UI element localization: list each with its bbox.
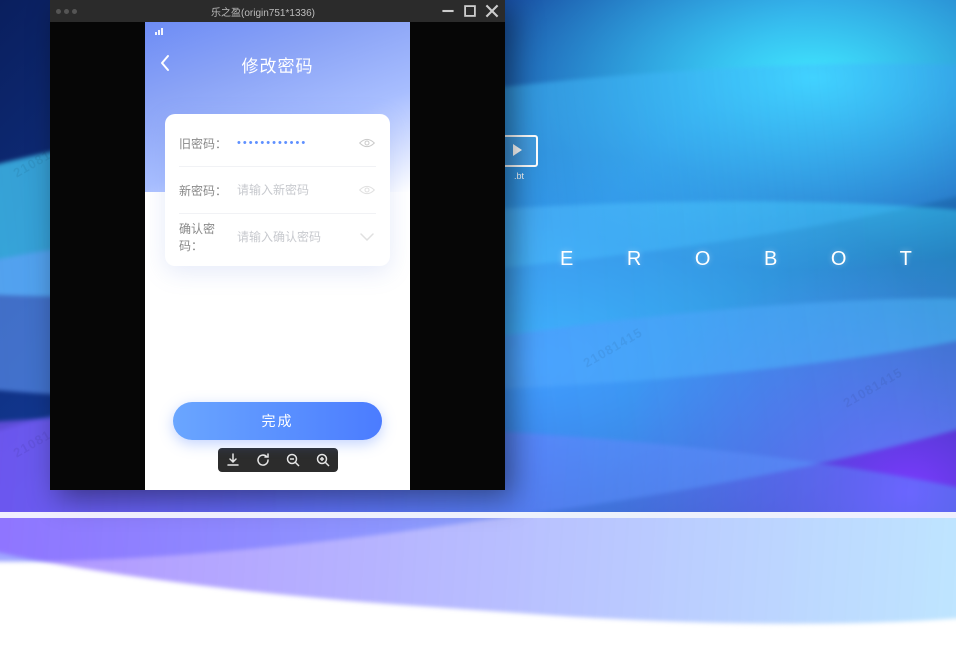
old-password-label: 旧密码： — [179, 135, 235, 152]
zoom-in-icon[interactable] — [311, 448, 335, 472]
maximize-button[interactable] — [463, 4, 477, 18]
window-title: 乐之盈(origin751*1336) — [211, 4, 315, 19]
confirm-password-input[interactable] — [235, 229, 358, 245]
new-password-input[interactable] — [235, 182, 358, 198]
download-icon[interactable] — [221, 448, 245, 472]
desktop-shortcut-label: .bt — [514, 171, 524, 181]
os-taskbar[interactable] — [0, 512, 956, 518]
rotate-icon[interactable] — [251, 448, 275, 472]
app-header: 修改密码 旧密码： 新密码： — [145, 22, 410, 192]
desktop-shortcut[interactable]: .bt — [500, 135, 538, 181]
minimize-button[interactable] — [441, 4, 455, 18]
password-card: 旧密码： 新密码： 确认密码： — [165, 114, 390, 266]
old-password-row: 旧密码： — [179, 120, 376, 167]
new-password-row: 新密码： — [179, 167, 376, 214]
close-button[interactable] — [485, 4, 499, 18]
titlebar-dots — [56, 9, 77, 14]
window-titlebar[interactable]: 乐之盈(origin751*1336) — [50, 0, 505, 22]
emulator-window: 乐之盈(origin751*1336) 修改密码 旧密码： — [50, 0, 505, 490]
emulator-letterbox-right — [410, 22, 505, 490]
eye-icon[interactable] — [358, 137, 376, 149]
emulator-toolbar — [218, 448, 338, 472]
eye-icon[interactable] — [358, 184, 376, 196]
confirm-password-row: 确认密码： — [179, 214, 376, 260]
submit-button[interactable]: 完成 — [173, 402, 382, 440]
phone-screen: 修改密码 旧密码： 新密码： — [145, 22, 410, 490]
chevron-down-icon[interactable] — [358, 231, 376, 243]
page-title: 修改密码 — [145, 52, 410, 77]
old-password-input[interactable] — [235, 136, 358, 150]
confirm-password-label: 确认密码： — [179, 220, 235, 254]
phone-statusbar — [145, 22, 410, 35]
zoom-out-icon[interactable] — [281, 448, 305, 472]
wallpaper-brand-text: E R O B O T — [560, 248, 936, 271]
new-password-label: 新密码： — [179, 182, 235, 199]
play-icon — [500, 135, 538, 167]
emulator-letterbox-left — [50, 22, 145, 490]
